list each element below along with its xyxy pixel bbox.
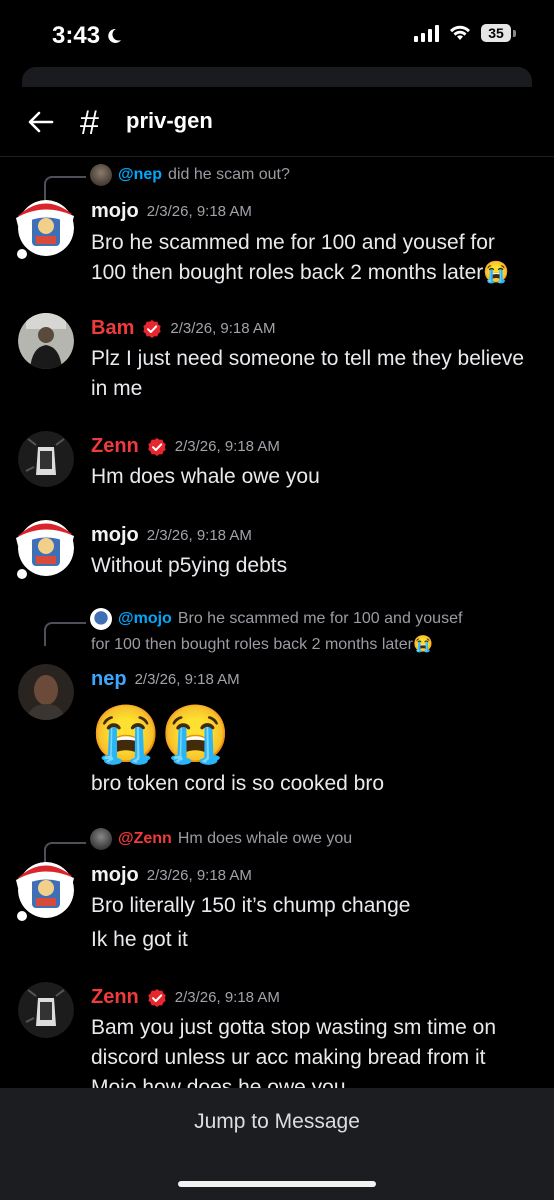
battery-icon: 35: [481, 24, 516, 42]
reply-mention: @Zenn: [118, 830, 172, 847]
nep-avatar-icon: [18, 664, 74, 720]
author-name[interactable]: Zenn: [91, 986, 139, 1009]
message-line: Bro he scammed me for 100 and yousef for: [91, 231, 495, 254]
timestamp: 2/3/26, 9:18 AM: [146, 527, 252, 544]
santa-hat-icon: [16, 523, 74, 579]
reply-mention: @mojo: [118, 610, 172, 627]
back-arrow-icon[interactable]: [26, 107, 56, 137]
moon-icon: [108, 28, 122, 43]
santa-hat-icon: [16, 203, 74, 259]
message-content: Hm does whale owe you: [91, 462, 541, 492]
sheet-handle-area: [22, 67, 532, 87]
clock: 3:43: [52, 22, 122, 50]
signal-icon: [414, 24, 439, 42]
message-content: Bam you just gotta stop wasting sm time …: [91, 1013, 541, 1088]
verified-badge-icon: [143, 319, 162, 338]
reply-preview[interactable]: @Zenn Hm does whale owe you: [90, 828, 352, 850]
reply-text: Hm does whale owe you: [177, 830, 353, 847]
battery-level: 35: [481, 24, 511, 42]
avatar[interactable]: [18, 664, 74, 720]
timestamp: 2/3/26, 9:18 AM: [170, 320, 276, 337]
message-line: Mojo how does he owe you: [91, 1076, 346, 1088]
reply-mention: @nep: [118, 166, 163, 183]
message-line: Ik he got it: [91, 928, 188, 951]
author-name[interactable]: mojo: [91, 524, 139, 547]
avatar-icon: [90, 164, 112, 186]
timestamp: 2/3/26, 9:18 AM: [146, 203, 252, 220]
timestamp: 2/3/26, 9:18 AM: [174, 438, 280, 455]
message-line: in me: [91, 377, 143, 400]
message-line: Bro literally 150 it’s chump change: [91, 894, 411, 917]
author-name[interactable]: Zenn: [91, 435, 139, 458]
avatar[interactable]: [18, 313, 74, 369]
status-bar: 3:43 35: [0, 0, 554, 70]
channel-hash-icon: #: [80, 104, 99, 142]
verified-badge-icon: [148, 437, 166, 456]
timestamp: 2/3/26, 9:18 AM: [134, 671, 240, 688]
reply-preview[interactable]: @nep did he scam out?: [90, 164, 290, 186]
message-content: bro token cord is so cooked bro: [91, 769, 541, 799]
channel-header: # priv-gen: [0, 90, 554, 157]
verified-badge-icon: [148, 988, 166, 1007]
message-line: Plz I just need someone to tell me they …: [91, 347, 525, 370]
avatar[interactable]: [18, 431, 74, 487]
reply-text-continued: for 100 then bought roles back 2 months …: [91, 636, 433, 653]
message-line: discord unless ur acc making bread from …: [91, 1046, 486, 1069]
timestamp: 2/3/26, 9:18 AM: [174, 989, 280, 1006]
avatar-icon: [90, 828, 112, 850]
avatar-icon: [90, 608, 112, 630]
author-name[interactable]: Bam: [91, 317, 134, 340]
zenn-avatar-icon: [18, 431, 74, 487]
message-content: Plz I just need someone to tell me they …: [91, 344, 541, 404]
emoji-message: 😭😭: [91, 702, 231, 765]
avatar[interactable]: [18, 982, 74, 1038]
message-content: Bro literally 150 it’s chump change Ik h…: [91, 891, 541, 955]
reply-text: Bro he scammed me for 100 and yousef: [177, 610, 463, 627]
message-content: Bro he scammed me for 100 and yousef for…: [91, 228, 541, 288]
clock-time: 3:43: [52, 22, 101, 49]
home-indicator[interactable]: [178, 1181, 376, 1187]
author-name[interactable]: mojo: [91, 864, 139, 887]
reply-preview[interactable]: @mojo Bro he scammed me for 100 and yous…: [90, 608, 462, 630]
wifi-icon: [450, 25, 470, 40]
santa-hat-icon: [16, 865, 74, 921]
author-name[interactable]: mojo: [91, 200, 139, 223]
channel-name[interactable]: priv-gen: [126, 108, 213, 134]
jump-to-message-button[interactable]: Jump to Message: [0, 1110, 554, 1134]
zenn-avatar-icon: [18, 982, 74, 1038]
author-name[interactable]: nep: [91, 668, 127, 691]
timestamp: 2/3/26, 9:18 AM: [146, 867, 252, 884]
bam-avatar-icon: [18, 313, 74, 369]
reply-text: did he scam out?: [168, 166, 290, 183]
message-line: 100 then bought roles back 2 months late…: [91, 261, 510, 284]
system-icons: 35: [414, 24, 516, 42]
message-content: Without p5ying debts: [91, 551, 541, 581]
message-line: bro token cord is so cooked bro: [91, 772, 384, 795]
message-line: Hm does whale owe you: [91, 465, 320, 488]
message-line: Bam you just gotta stop wasting sm time …: [91, 1016, 497, 1039]
message-list[interactable]: @nep did he scam out? mojo 2/3/26, 9:18 …: [0, 158, 554, 1088]
message-line: Without p5ying debts: [91, 554, 288, 577]
